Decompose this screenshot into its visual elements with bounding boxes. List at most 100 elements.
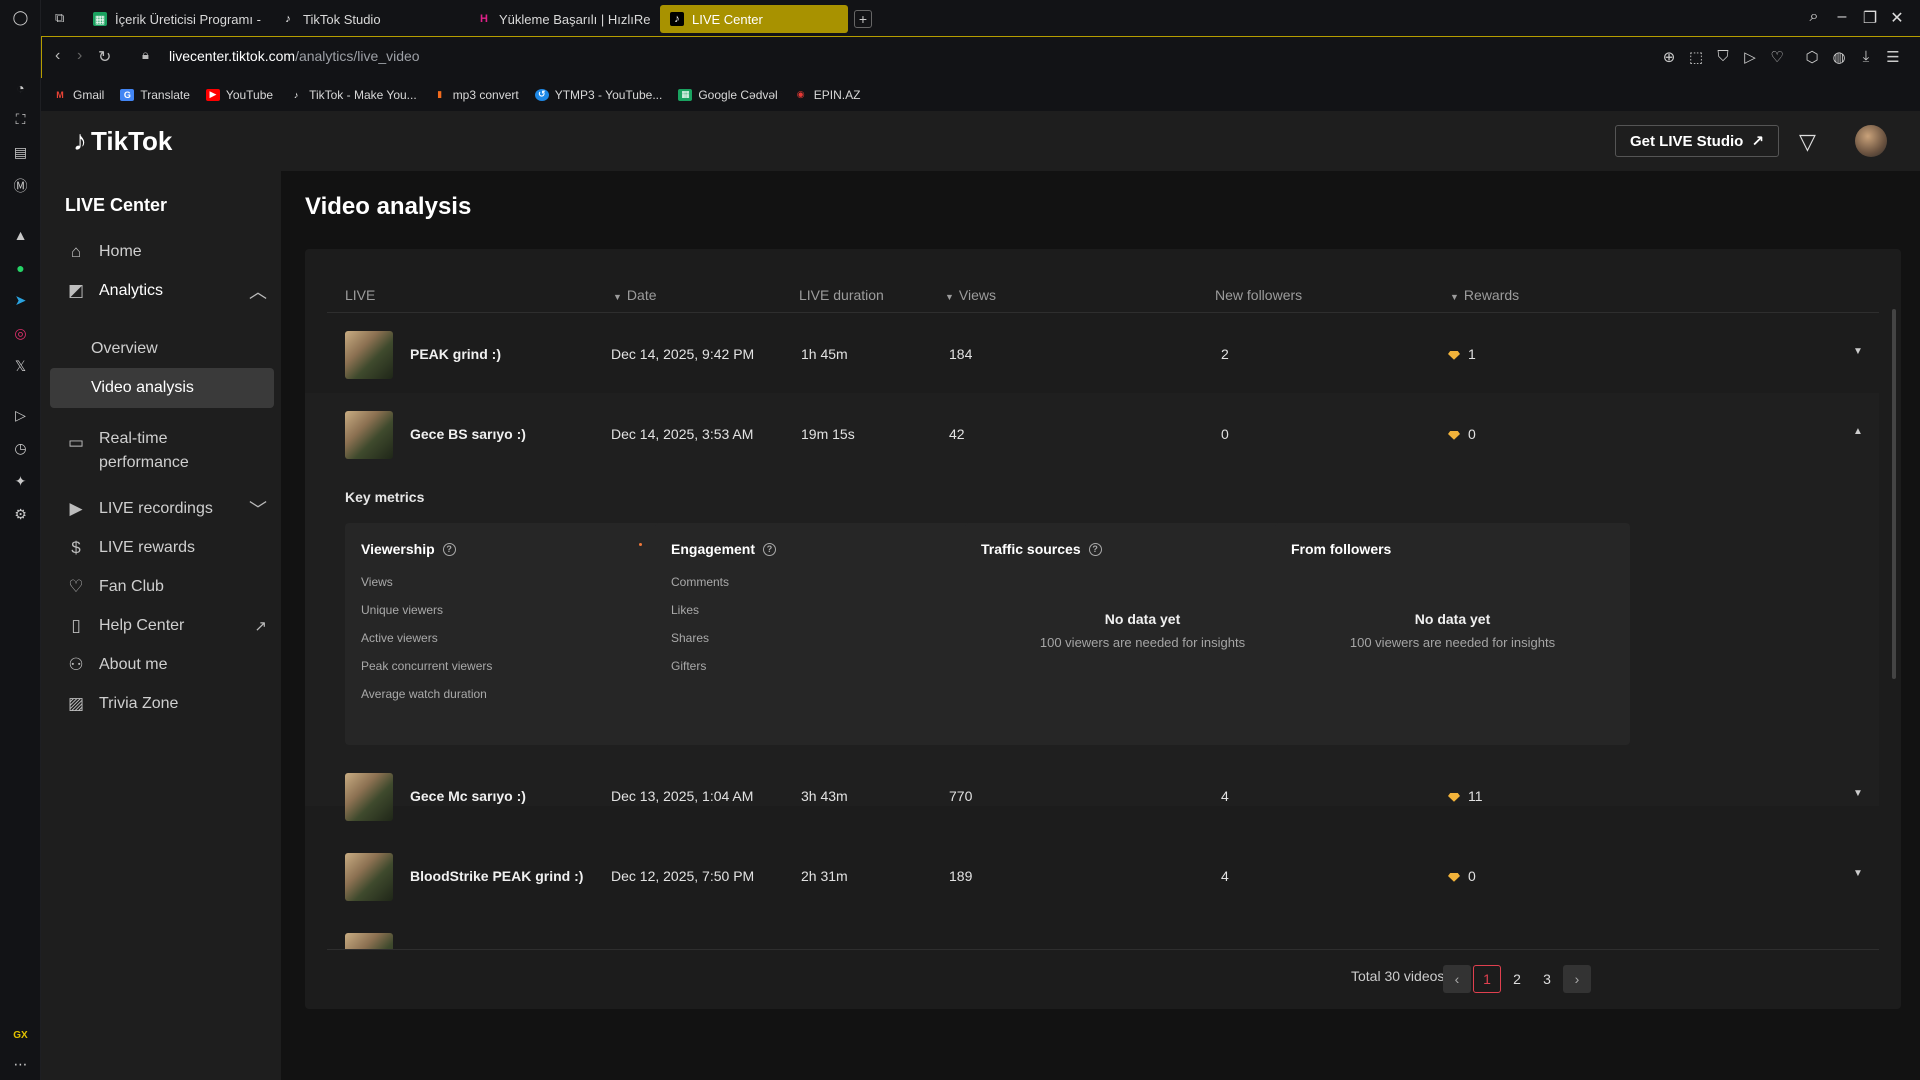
instagram-icon[interactable]: ◎ xyxy=(11,324,30,343)
tiktok-logo[interactable]: ♪ TikTok xyxy=(73,125,172,157)
column-header-date[interactable]: ▼ Date xyxy=(613,287,657,303)
bookmark-sheets[interactable]: ▦ Google Cədvəl xyxy=(678,88,778,102)
close-button[interactable]: ✕ xyxy=(1887,8,1907,28)
heart-icon[interactable]: ♡ xyxy=(1768,48,1786,66)
sidebar-item-label: Analytics xyxy=(99,282,164,299)
play-icon[interactable]: ▷ xyxy=(1741,48,1759,66)
x-twitter-icon[interactable]: 𝕏 xyxy=(11,357,30,376)
pagination-page-1[interactable]: 1 xyxy=(1473,965,1501,993)
profile-icon[interactable]: ◍ xyxy=(1830,48,1848,66)
empty-state-title: No data yet xyxy=(1414,611,1491,627)
expand-toggle-icon[interactable]: ▼ xyxy=(1853,346,1863,357)
speed-dial-icon[interactable]: ◔ xyxy=(11,78,30,97)
live-thumbnail xyxy=(345,853,393,901)
restore-button[interactable]: ❐ xyxy=(1860,8,1880,28)
bookmark-label: Translate xyxy=(140,87,190,102)
column-header-views[interactable]: ▼ Views xyxy=(945,287,996,303)
help-icon[interactable]: ? xyxy=(763,542,777,556)
back-icon[interactable]: ‹ xyxy=(55,47,60,65)
table-row[interactable]: Gece Mc sarıyo :) Dec 13, 2025, 1:04 AM … xyxy=(305,755,1879,835)
bookmark-epin[interactable]: ◉ EPIN.AZ xyxy=(794,88,861,102)
extensions-icon[interactable]: ✦ xyxy=(11,472,30,491)
expand-toggle-icon[interactable]: ▼ xyxy=(1853,868,1863,879)
live-thumbnail xyxy=(345,933,393,949)
bookmark-mp3[interactable]: ▮ mp3 convert xyxy=(433,88,519,102)
sidebar-item-home[interactable]: ⌂ Home xyxy=(65,233,289,271)
live-date: Dec 14, 2025, 9:42 PM xyxy=(611,346,755,362)
tiktok-icon: ♪ xyxy=(285,13,291,25)
player-icon[interactable]: ▷ xyxy=(11,406,30,425)
download-icon[interactable]: ⤓ xyxy=(1857,48,1875,65)
pagination-next-button[interactable]: › xyxy=(1563,965,1591,993)
forward-icon[interactable]: › xyxy=(77,47,82,65)
column-header-rewards[interactable]: ▼ Rewards xyxy=(1450,287,1519,303)
menu-icon[interactable]: ☰ xyxy=(1884,48,1902,66)
snapshot-icon[interactable]: ⬚ xyxy=(1687,48,1705,66)
sidebar-item-about-me[interactable]: ⚇ About me xyxy=(65,646,289,684)
sidebar-item-overview[interactable]: Overview xyxy=(91,340,158,358)
bookmark-label: YouTube xyxy=(225,87,274,102)
more-icon[interactable]: ⋯ xyxy=(11,1055,30,1074)
pagination-page-2[interactable]: 2 xyxy=(1503,965,1531,993)
tab-sheets[interactable]: ▦ İçerik Üreticisi Programı - xyxy=(83,5,303,33)
avatar[interactable] xyxy=(1855,125,1887,157)
new-tab-button[interactable]: + xyxy=(854,10,872,28)
viewership-title: Viewership? xyxy=(361,541,456,557)
main-content: Video analysis LIVE ▼ Date LIVE duration … xyxy=(281,171,1920,1080)
history-icon[interactable]: ◷ xyxy=(11,439,30,458)
music-icon[interactable]: Ⓜ xyxy=(11,176,30,195)
help-icon[interactable]: ? xyxy=(442,542,456,556)
tab-live-center[interactable]: ♪ LIVE Center xyxy=(660,5,848,33)
live-views: 770 xyxy=(949,788,973,804)
sidebar-item-video-analysis[interactable]: Video analysis xyxy=(50,368,274,408)
opera-logo-icon[interactable]: ◯ xyxy=(11,8,30,27)
gx-corner-icon[interactable]: ⛶ xyxy=(11,110,30,129)
live-title: BloodStrike PEAK grind :) xyxy=(410,868,584,884)
search-icon[interactable]: ⌕ xyxy=(1804,8,1824,26)
tab-tiktok-studio[interactable]: ♪ TikTok Studio xyxy=(271,5,461,33)
bookmark-youtube[interactable]: ▶ YouTube xyxy=(205,87,274,102)
pagination-prev-button[interactable]: ‹ xyxy=(1443,965,1471,993)
aria-icon[interactable]: ▲ xyxy=(11,225,30,244)
bookmark-tiktok[interactable]: ♪ TikTok - Make You... xyxy=(289,88,417,102)
shield-icon[interactable]: ⛉ xyxy=(1714,48,1732,65)
sidebar-item-help-center[interactable]: ▯ Help Center ↗ xyxy=(65,607,289,645)
pin-icon[interactable]: ⊕ xyxy=(1660,48,1678,66)
minimize-button[interactable]: – xyxy=(1832,8,1852,26)
settings-icon[interactable]: ⚙ xyxy=(11,505,30,524)
bookmark-translate[interactable]: G Translate xyxy=(120,88,190,102)
bookmark-gmail[interactable]: M Gmail xyxy=(53,88,104,102)
table-row[interactable]: PEAK grind :) Dec 14, 2025, 9:42 PM 1h 4… xyxy=(305,313,1879,393)
url-host: livecenter.tiktok.com xyxy=(169,48,296,64)
help-icon[interactable]: ? xyxy=(1088,542,1102,556)
sidebar-item-label: Video analysis xyxy=(91,379,194,396)
table-row[interactable]: BloodStrike PEAK grind :) Dec 12, 2025, … xyxy=(305,835,1879,915)
sidebar-item-fan-club[interactable]: ♡ Fan Club xyxy=(65,568,289,606)
filter-icon[interactable]: ▽ xyxy=(1799,129,1816,155)
get-live-studio-button[interactable]: Get LIVE Studio ↗ xyxy=(1615,125,1779,157)
expand-toggle-icon[interactable]: ▼ xyxy=(1853,788,1863,799)
traffic-sources-title: Traffic sources? xyxy=(981,541,1102,557)
sidebar-item-realtime-performance[interactable]: ▭ Real-time performance xyxy=(65,427,289,475)
scrollbar[interactable] xyxy=(1892,309,1896,679)
sidebar-item-analytics[interactable]: ◩ Analytics ︿ xyxy=(65,272,289,310)
url-field[interactable]: livecenter.tiktok.com/analytics/live_vid… xyxy=(169,48,420,64)
table-row-expanded[interactable]: Gece BS sarıyo :) Dec 14, 2025, 3:53 AM … xyxy=(305,393,1879,806)
metric-label: Gifters xyxy=(671,659,707,673)
bookmark-ytmp3[interactable]: ↺ YTMP3 - YouTube... xyxy=(534,88,662,102)
sidebar-item-trivia-zone[interactable]: ▨ Trivia Zone xyxy=(65,685,289,723)
reload-icon[interactable]: ↻ xyxy=(98,47,111,67)
telegram-icon[interactable]: ➤ xyxy=(11,291,30,310)
table-row-partial[interactable] xyxy=(305,915,1879,949)
live-rewards: 1 xyxy=(1448,346,1476,362)
tab-menu-icon[interactable]: ⧉ xyxy=(55,10,64,26)
whatsapp-icon[interactable]: ● xyxy=(11,258,30,277)
collapse-toggle-icon[interactable]: ▲ xyxy=(1853,426,1863,437)
tab-hizli[interactable]: H Yükleme Başarılı | HızlıRe xyxy=(467,5,687,33)
twitch-icon[interactable]: ▤ xyxy=(11,143,30,162)
sidebar-item-live-recordings[interactable]: ▶ LIVE recordings ﹀ xyxy=(65,490,289,528)
sidebar-item-live-rewards[interactable]: $ LIVE rewards xyxy=(65,529,289,567)
extensions-icon[interactable]: ⬡ xyxy=(1803,48,1821,66)
metric-row: Peak concurrent viewers3 xyxy=(361,659,684,675)
pagination-page-3[interactable]: 3 xyxy=(1533,965,1561,993)
